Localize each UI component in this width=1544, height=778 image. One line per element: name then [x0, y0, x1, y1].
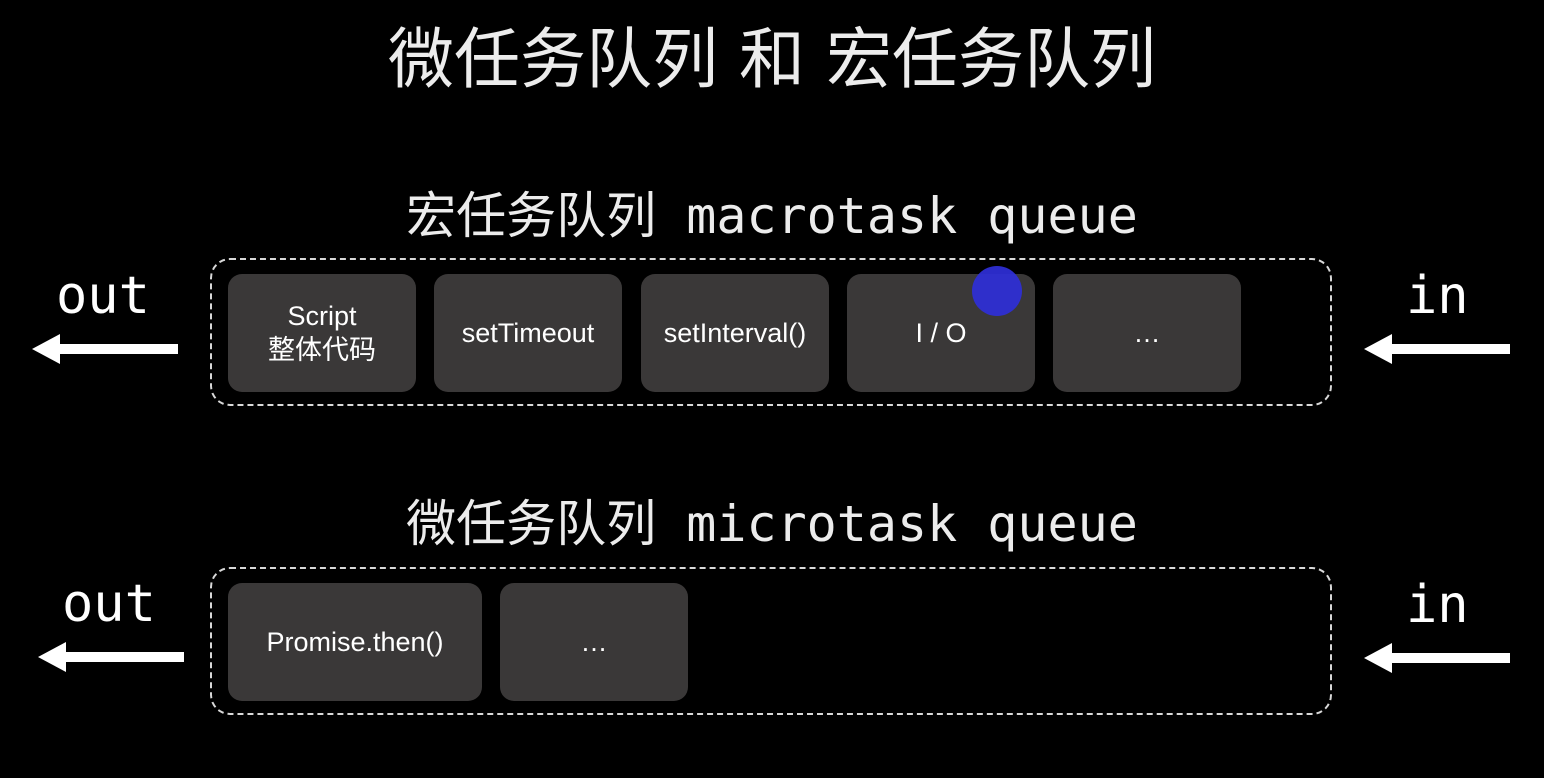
microtask-queue-title: 微任务队列 microtask queue [406, 495, 1138, 553]
macrotask-out-arrow-icon [32, 334, 178, 364]
page-title: 微任务队列 和 宏任务队列 [388, 21, 1156, 98]
macrotask-item-setinterval: setInterval() [641, 274, 829, 392]
pointer-dot-icon [972, 266, 1022, 316]
macrotask-out-label: out [56, 266, 150, 326]
macrotask-in-arrow-icon [1364, 334, 1510, 364]
microtask-in-arrow-icon [1364, 643, 1510, 673]
microtask-queue-box: Promise.then() … [210, 567, 1332, 715]
microtask-item-ellipsis: … [500, 583, 688, 701]
microtask-out-label: out [62, 574, 156, 634]
microtask-item-promise-then: Promise.then() [228, 583, 482, 701]
macrotask-item-script: Script 整体代码 [228, 274, 416, 392]
microtask-out-arrow-icon [38, 642, 184, 672]
macrotask-in-label: in [1406, 266, 1469, 326]
macrotask-item-ellipsis: … [1053, 274, 1241, 392]
macrotask-queue-title: 宏任务队列 macrotask queue [406, 187, 1138, 245]
macrotask-queue-box: Script 整体代码 setTimeout setInterval() I /… [210, 258, 1332, 406]
microtask-in-label: in [1406, 575, 1469, 635]
macrotask-item-settimeout: setTimeout [434, 274, 622, 392]
